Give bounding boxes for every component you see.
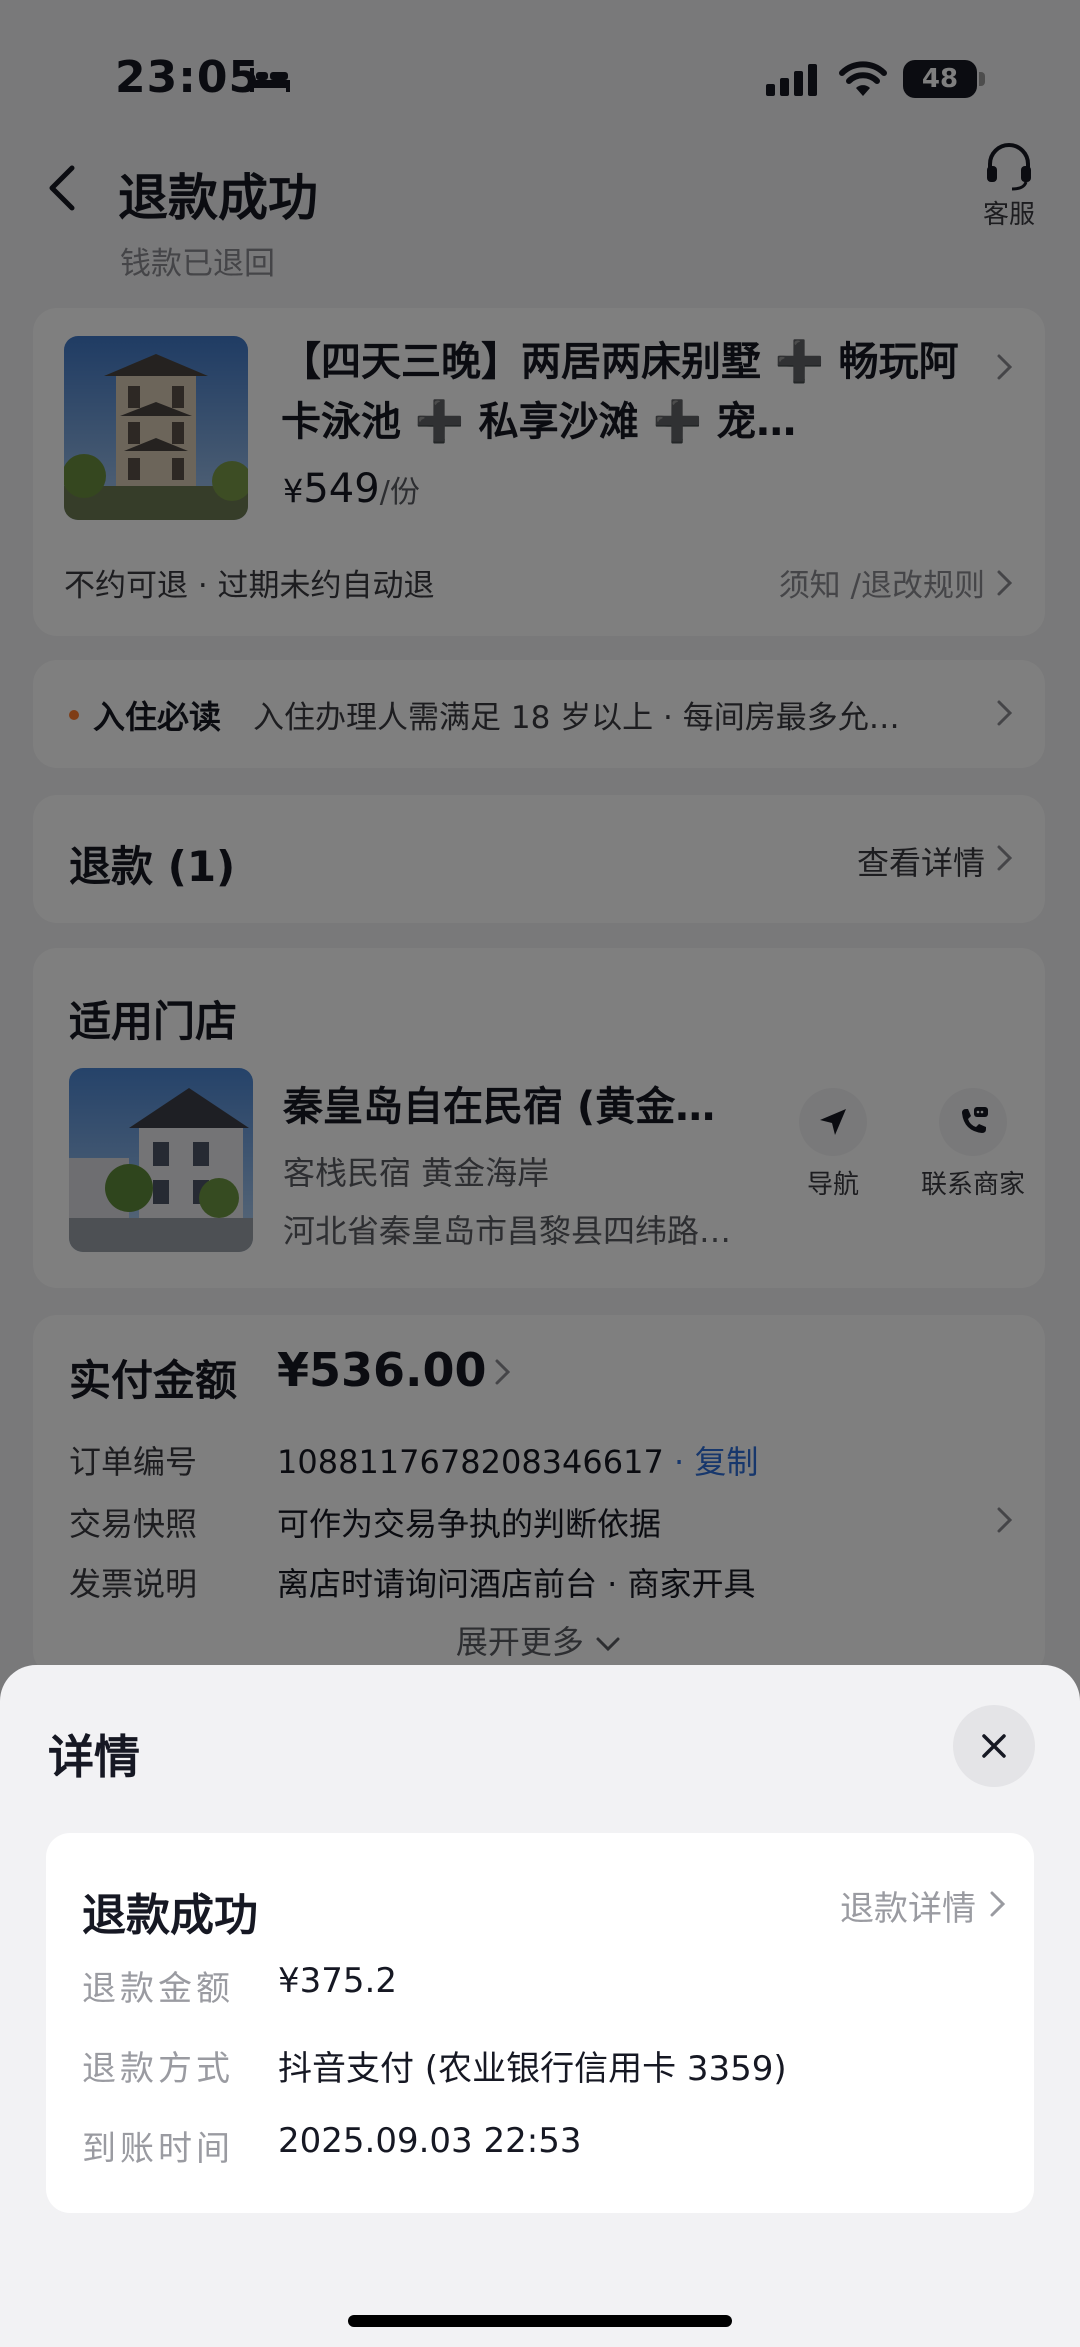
close-button[interactable] — [953, 1705, 1035, 1787]
sheet-title: 详情 — [48, 1730, 140, 1784]
refund-amount-label: 退款金额 — [82, 1969, 234, 2009]
close-icon — [982, 1734, 1006, 1758]
refund-method-label: 退款方式 — [82, 2049, 234, 2089]
refund-method: 抖音支付 (农业银行信用卡 3359) — [278, 2049, 787, 2089]
refund-detail-link[interactable]: 退款详情 — [840, 1881, 976, 1930]
home-indicator[interactable] — [348, 2315, 732, 2327]
refund-status: 退款成功 — [82, 1890, 258, 1941]
arrival-time-label: 到账时间 — [82, 2129, 234, 2169]
refund-detail-sheet: 详情 退款成功 退款详情 退款金额 ¥375.2 退款方式 抖音支付 (农业银行… — [0, 1665, 1080, 2347]
arrival-time: 2025.09.03 22:53 — [278, 2121, 582, 2161]
chevron-right-icon — [990, 1891, 1006, 1917]
refund-amount: ¥375.2 — [278, 1961, 397, 2001]
refund-detail-card: 退款成功 退款详情 退款金额 ¥375.2 退款方式 抖音支付 (农业银行信用卡… — [46, 1833, 1034, 2213]
